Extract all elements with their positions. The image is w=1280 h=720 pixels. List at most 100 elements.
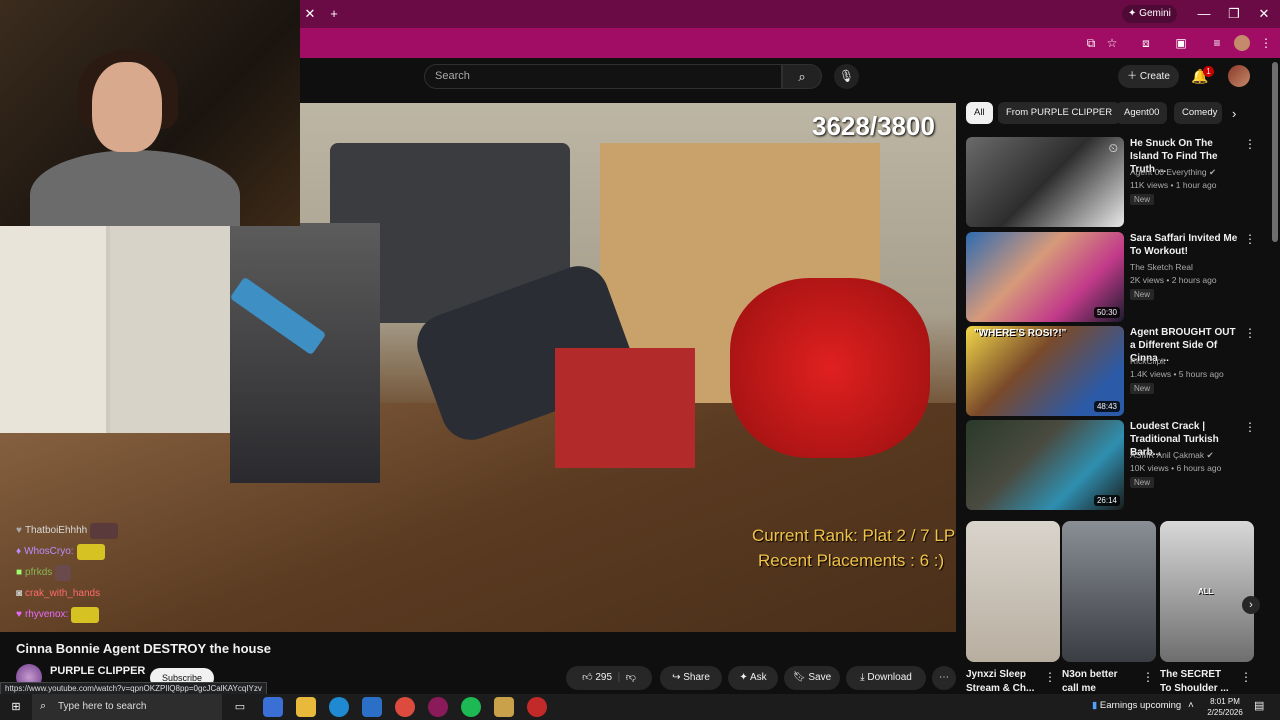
install-app-icon[interactable]: ⧉ <box>1083 35 1099 51</box>
extensions-icon[interactable]: ⧈ <box>1138 35 1154 51</box>
more-vertical-icon[interactable]: ⋮ <box>1244 137 1256 151</box>
recommendation-item[interactable]: 50:30 Sara Saffari Invited Me To Workout… <box>966 232 1266 322</box>
channel-name[interactable]: PURPLE CLIPPER <box>50 665 145 677</box>
recommendation-item[interactable]: "WHERE'S ROSI?!" 48:43 Agent BROUGHT OUT… <box>966 326 1266 416</box>
duration-badge: 50:30 <box>1093 307 1120 318</box>
short-thumbnail[interactable] <box>1062 521 1156 662</box>
recommendation-title[interactable]: Sara Saffari Invited Me To Workout! <box>1130 232 1242 258</box>
video-scene-person <box>230 223 380 483</box>
close-window-icon[interactable]: ✕ <box>1256 0 1272 28</box>
chat-message: ♥ ThatboiEhhhh <box>16 520 176 541</box>
restore-icon[interactable]: ❐ <box>1226 0 1242 28</box>
rank-overlay: Current Rank: Plat 2 / 7 LP Recent Place… <box>752 523 955 573</box>
taskbar-clock[interactable]: 8:01 PM 2/25/2026 <box>1200 696 1250 718</box>
task-view-icon[interactable]: ▭ <box>230 697 250 717</box>
short-thumbnail[interactable] <box>966 521 1060 662</box>
spotify-icon[interactable] <box>461 697 481 717</box>
share-label: Share <box>683 672 710 683</box>
short-thumbnail[interactable]: ALL <box>1160 521 1254 662</box>
chip-comedy[interactable]: Comedy <box>1174 102 1222 124</box>
account-avatar[interactable] <box>1228 65 1250 87</box>
tray-news-widget[interactable]: ▮ Earnings upcoming <box>1092 700 1181 711</box>
short-title[interactable]: Jynxzi Sleep Stream & Ch... <box>966 668 1040 696</box>
chrome-profile-icon[interactable] <box>428 697 448 717</box>
search-input[interactable]: Search <box>424 64 782 89</box>
more-vertical-icon[interactable]: ⋮ <box>1240 670 1252 684</box>
sub-counter-overlay: 3628/3800 <box>812 111 935 141</box>
more-vertical-icon[interactable]: ⋮ <box>1142 670 1154 684</box>
microphone-icon: 🎙 <box>838 69 855 83</box>
download-button[interactable]: ⤓ Download <box>846 666 926 690</box>
recommendation-item[interactable]: 26:14 Loudest Crack | Traditional Turkis… <box>966 420 1266 510</box>
more-vertical-icon[interactable]: ⋮ <box>1044 670 1056 684</box>
channel-label: ASMR Anil Çakmak <box>1130 450 1205 460</box>
video-thumbnail[interactable]: 50:30 <box>966 232 1124 322</box>
profile-avatar[interactable] <box>1234 35 1250 51</box>
copilot-icon[interactable] <box>263 697 283 717</box>
more-actions-button[interactable]: ⋯ <box>932 666 956 690</box>
gemini-button[interactable]: ✦ Gemini <box>1122 5 1177 23</box>
streamer-webcam <box>0 0 300 226</box>
page-scrollbar[interactable] <box>1272 62 1278 242</box>
short-title[interactable]: N3on better call me <box>1062 668 1136 696</box>
close-tab-icon[interactable]: ✕ <box>302 0 318 28</box>
stream-chat-overlay: ♥ ThatboiEhhhh ♦ WhosCryo: ■ pfrkds ◙ crak_w… <box>16 520 176 625</box>
notification-center-icon[interactable]: ▤ <box>1254 699 1264 712</box>
like-button[interactable]: 👍︎ 295 <box>582 672 612 683</box>
create-label: Create <box>1139 71 1170 82</box>
chrome-icon[interactable] <box>395 697 415 717</box>
video-thumbnail[interactable]: "WHERE'S ROSI?!" 48:43 <box>966 326 1124 416</box>
chip-from-channel[interactable]: From PURPLE CLIPPER <box>998 102 1121 124</box>
short-title[interactable]: The SECRET To Shoulder ... <box>1160 668 1234 696</box>
windows-start-icon[interactable]: ⊞ <box>6 697 26 717</box>
media-controls-icon[interactable]: ≡ <box>1209 35 1225 51</box>
riot-client-icon[interactable] <box>527 697 547 717</box>
notification-count-badge: 1 <box>1203 66 1214 77</box>
duration-badge: 48:43 <box>1093 401 1120 412</box>
chat-badge-icon: ♥ <box>16 525 22 536</box>
watch-later-icon[interactable]: ⏲ <box>1109 141 1118 156</box>
voice-search-button[interactable]: 🎙 <box>834 64 859 89</box>
share-button[interactable]: ↪ Share <box>660 666 722 690</box>
chevron-up-icon[interactable]: ˄ <box>1188 700 1194 711</box>
recommendation-item[interactable]: ⏲ He Snuck On The Island To Find The Tru… <box>966 137 1266 227</box>
video-thumbnail[interactable]: ⏲ <box>966 137 1124 227</box>
save-button[interactable]: 🔖︎ Save <box>784 666 840 690</box>
more-vertical-icon[interactable]: ⋮ <box>1244 326 1256 340</box>
ask-button[interactable]: ✦ Ask <box>728 666 778 690</box>
stock-chart-icon: ▮ <box>1092 700 1100 711</box>
new-badge: New <box>1130 289 1155 300</box>
recommendation-channel[interactable]: Agent 00 Everything ✔ <box>1130 167 1216 178</box>
league-client-icon[interactable] <box>494 697 514 717</box>
browser-menu-icon[interactable]: ⋮ <box>1258 35 1274 51</box>
file-explorer-icon[interactable] <box>296 697 316 717</box>
minimize-icon[interactable]: — <box>1196 0 1212 28</box>
chip-all[interactable]: All <box>966 102 993 124</box>
video-scene-red-box <box>555 348 695 468</box>
split-view-icon[interactable]: ▣ <box>1173 35 1189 51</box>
recommendation-channel[interactable]: ASMR Anil Çakmak ✔ <box>1130 450 1214 461</box>
new-tab-button[interactable]: + <box>326 0 342 28</box>
recommendation-channel[interactable]: The Sketch Real <box>1130 262 1193 272</box>
dislike-button[interactable]: 👎︎ <box>626 672 636 683</box>
taskbar-search-input[interactable]: Type here to search <box>32 694 222 720</box>
more-vertical-icon[interactable]: ⋮ <box>1244 232 1256 246</box>
chip-agent00[interactable]: Agent00 <box>1116 102 1168 124</box>
channel-label: Agent 00 Everything <box>1130 167 1207 177</box>
search-button[interactable]: ⌕ <box>782 64 822 89</box>
bookmark-star-icon[interactable]: ☆ <box>1104 35 1120 51</box>
sparkle-icon: ✦ <box>1128 8 1140 19</box>
recommendation-channel[interactable]: RickClipit <box>1130 356 1165 366</box>
new-badge: New <box>1130 194 1155 205</box>
edge-browser-icon[interactable] <box>329 697 349 717</box>
more-vertical-icon[interactable]: ⋮ <box>1244 420 1256 434</box>
microsoft-store-icon[interactable] <box>362 697 382 717</box>
recommendation-meta: 11K views • 1 hour ago <box>1130 180 1217 190</box>
video-title: Cinna Bonnie Agent DESTROY the house <box>16 641 271 656</box>
webcam-shoulders <box>30 150 240 226</box>
chevron-right-icon[interactable]: › <box>1232 106 1236 121</box>
chat-username: pfrkds <box>25 567 53 578</box>
shorts-next-chevron-icon[interactable]: › <box>1242 596 1260 614</box>
video-thumbnail[interactable]: 26:14 <box>966 420 1124 510</box>
create-button[interactable]: ＋ Create <box>1118 65 1179 88</box>
